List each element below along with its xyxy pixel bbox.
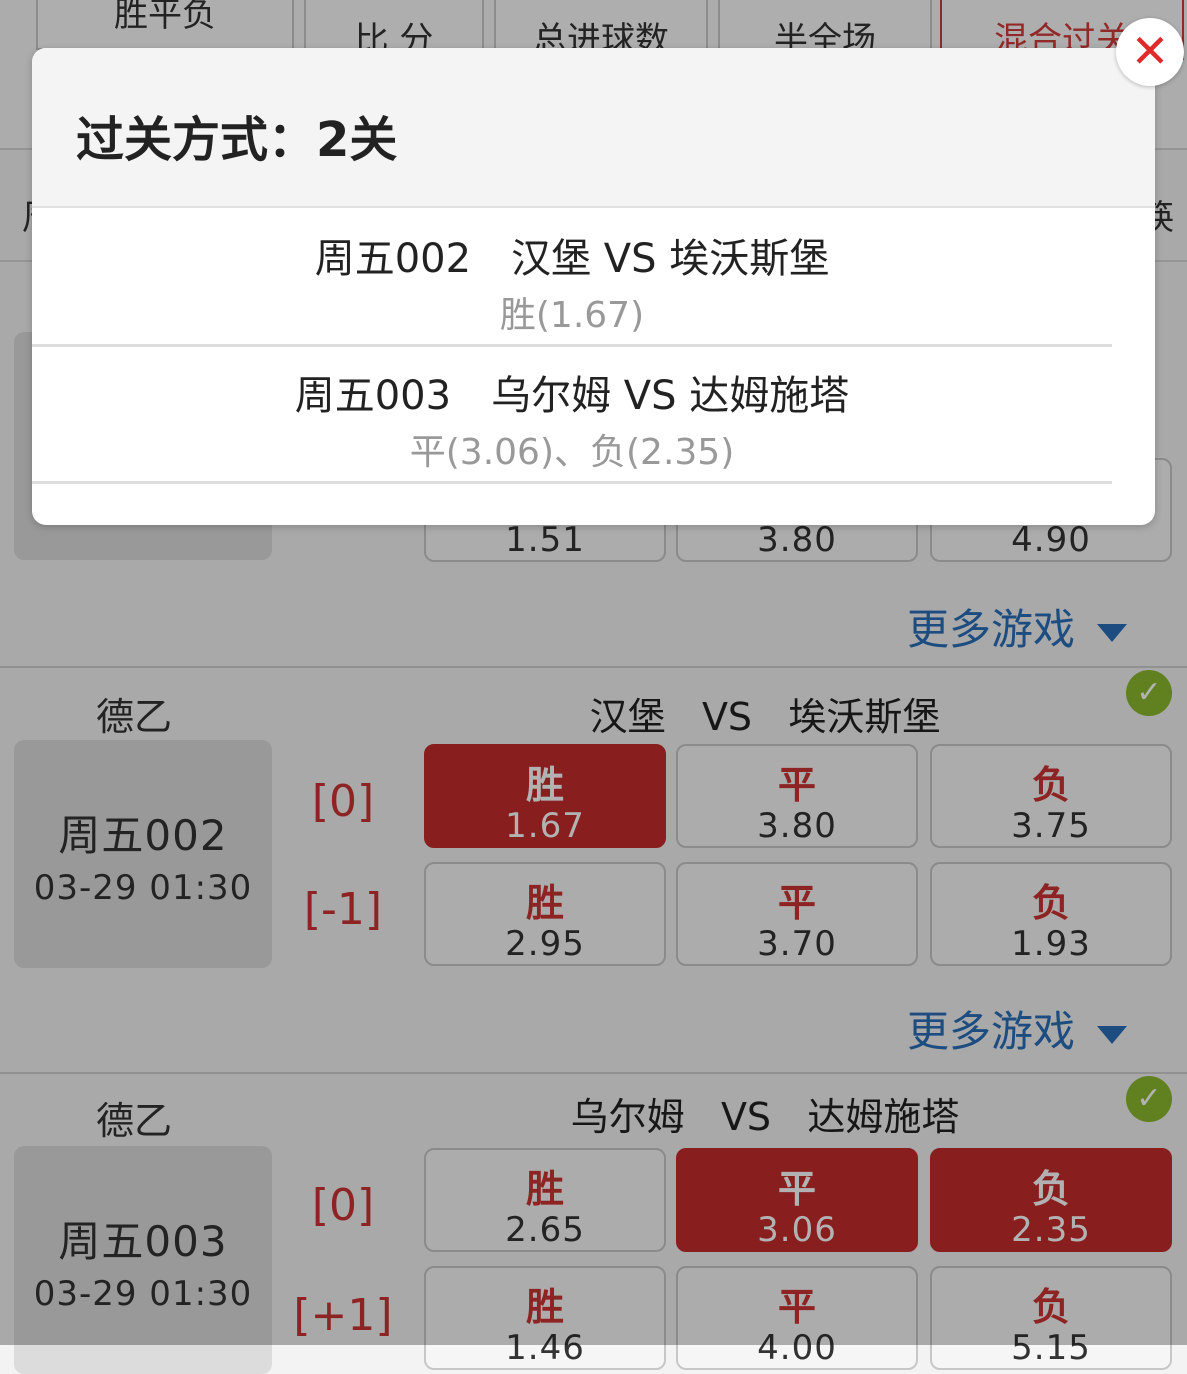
parlay-modal: 过关方式：2关 周五002 汉堡 VS 埃沃斯堡 胜(1.67) 周五003 乌…	[32, 48, 1155, 525]
pick-item: 周五002 汉堡 VS 埃沃斯堡 胜(1.67)	[32, 208, 1112, 347]
pick-selection: 平(3.06)、负(2.35)	[409, 432, 735, 473]
pick-match: 周五002 汉堡 VS 埃沃斯堡	[314, 236, 830, 282]
modal-header: 过关方式：2关	[32, 48, 1155, 208]
pick-match: 周五003 乌尔姆 VS 达姆施塔	[294, 373, 850, 419]
pick-item: 周五003 乌尔姆 VS 达姆施塔 平(3.06)、负(2.35)	[32, 345, 1112, 484]
pick-selection: 胜(1.67)	[499, 295, 645, 336]
modal-title: 过关方式：2关	[76, 112, 398, 168]
close-icon[interactable]: ✕	[1116, 18, 1184, 86]
